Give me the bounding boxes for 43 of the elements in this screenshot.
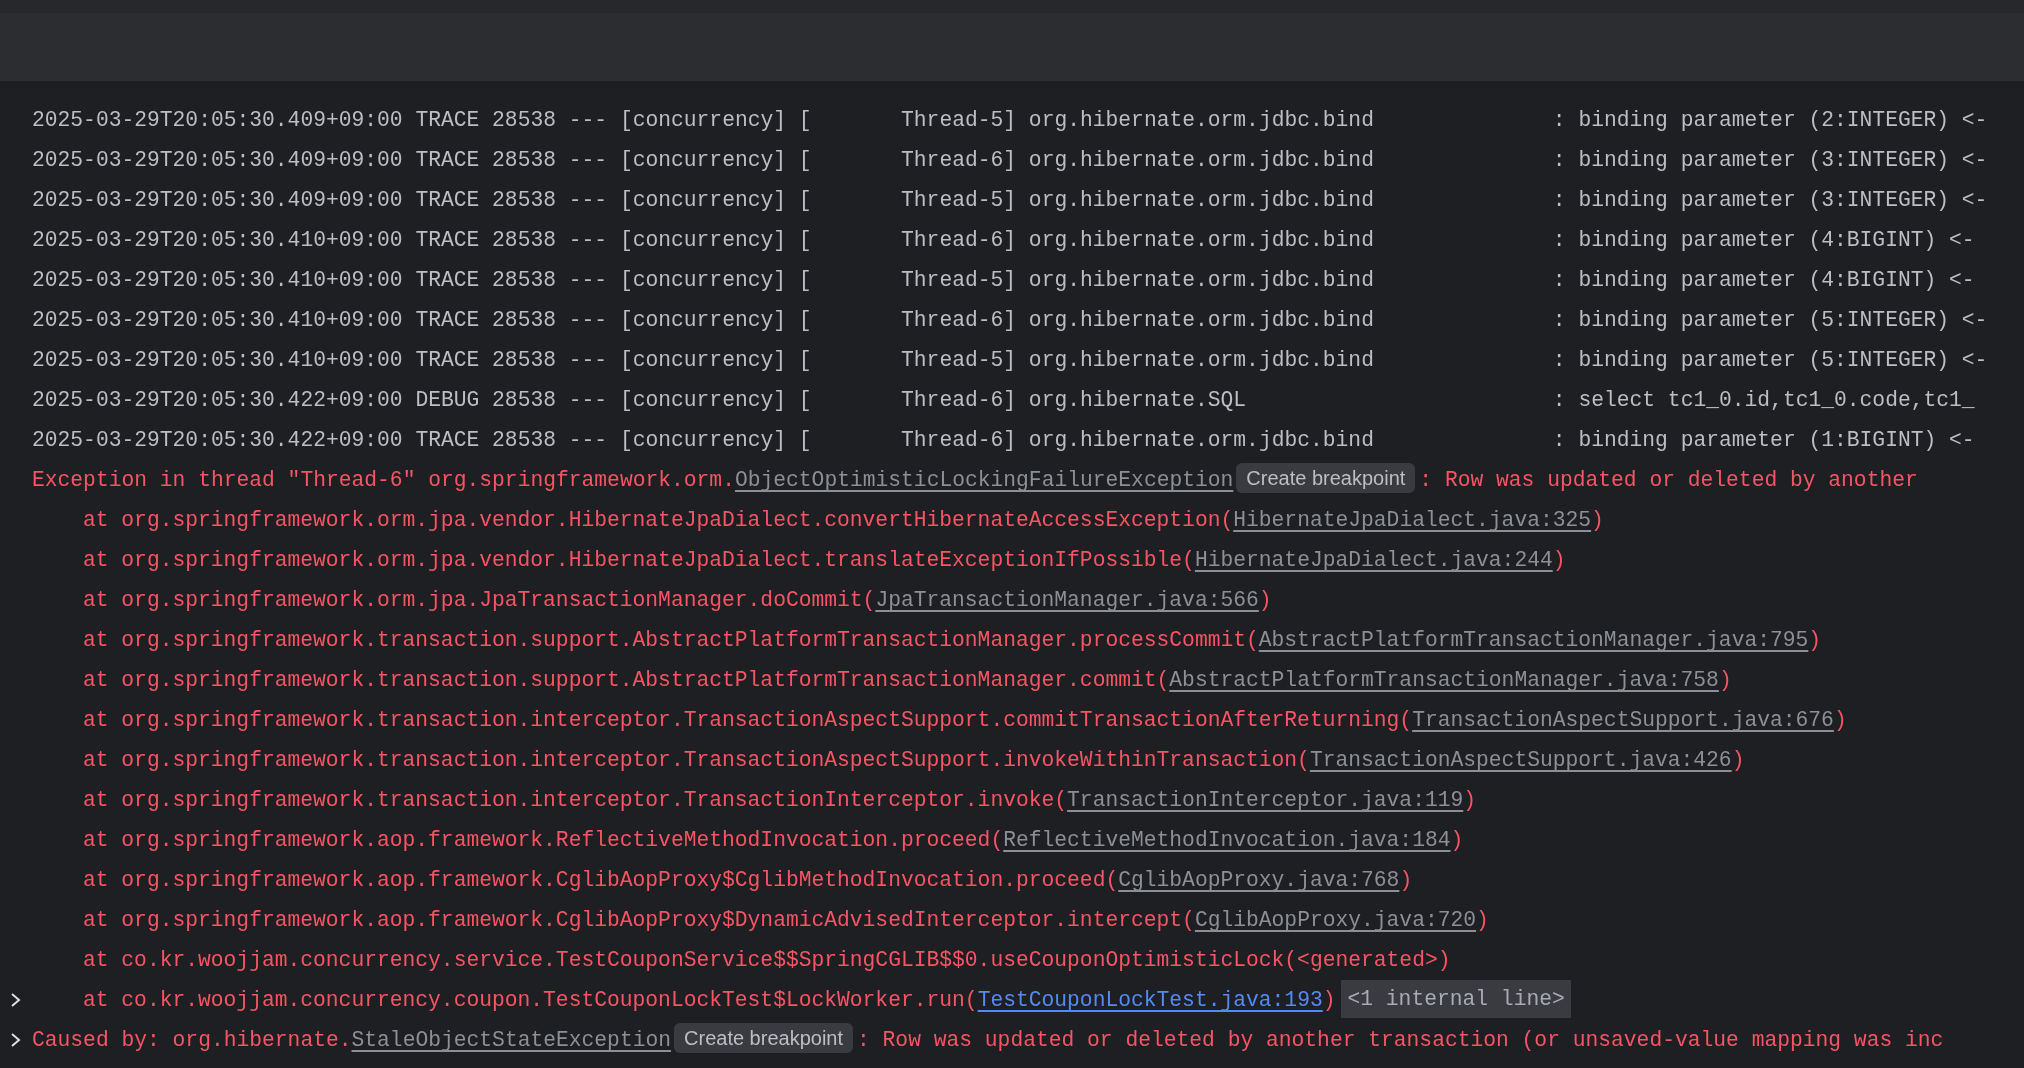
source-link[interactable]: CglibAopProxy.java:720 (1194, 908, 1477, 932)
stack-frame: at org.springframework.aop.framework.CglibAopProxy$DynamicAdvisedInterceptor.intercept(CglibAopProxy.java:720) (0, 900, 2024, 940)
source-link[interactable]: AbstractPlatformTransactionManager.java:795 (1258, 628, 1809, 652)
log-line: 2025-03-29T20:05:30.409+09:00 TRACE 28538 --- [concurrency] [ Thread-5] org.hibernate.orm.jdbc.bind : binding parameter (2:INTEGER) <- (31, 107, 1989, 134)
log-line: 2025-03-29T20:05:30.410+09:00 TRACE 28538 --- [concurrency] [ Thread-6] org.hibernate.orm.jdbc.bind : binding parameter (4:BIGINT) <- (31, 227, 1976, 254)
log-line: 2025-03-29T20:05:30.410+09:00 TRACE 28538 --- [concurrency] [ Thread-5] org.hibernate.orm.jdbc.bind : binding parameter (4:BIGINT) <- (31, 267, 1976, 294)
internal-lines-toggle[interactable]: <1 internal line> (1341, 980, 1571, 1018)
source-link[interactable]: AbstractPlatformTransactionManager.java:758 (1169, 668, 1719, 692)
source-link[interactable]: HibernateJpaDialect.java:244 (1194, 548, 1553, 572)
stack-frame: at org.springframework.transaction.support.AbstractPlatformTransactionManager.processCommit(AbstractPlatformTransactionManager.java:795) (0, 620, 2024, 660)
source-link[interactable]: ReflectiveMethodInvocation.java:184 (1003, 828, 1451, 852)
log-line: 2025-03-29T20:05:30.422+09:00 DEBUG 28538 --- [concurrency] [ Thread-6] org.hibernate.SQL : select tc1_0.id,tc1_0.code,tc1_ (31, 387, 1976, 414)
stack-frame: at co.kr.woojjam.concurrency.service.TestCouponService$$SpringCGLIB$$0.useCouponOptimisticLock(<generated>) (0, 940, 2024, 980)
stack-frame: at org.springframework.transaction.support.AbstractPlatformTransactionManager.commit(AbstractPlatformTransactionManager.java:758) (0, 660, 2024, 700)
source-link[interactable]: StaleObjectStateException (351, 1028, 672, 1052)
stack-frame: at org.springframework.aop.framework.CglibAopProxy$CglibMethodInvocation.proceed(CglibAopProxy.java:768) (0, 860, 2024, 900)
stack-frame: at org.springframework.aop.framework.ReflectiveMethodInvocation.proceed(ReflectiveMethodInvocation.java:184) (0, 820, 2024, 860)
log-line: 2025-03-29T20:05:30.422+09:00 TRACE 28538 --- [concurrency] [ Thread-6] org.hibernate.orm.jdbc.bind : binding parameter (1:BIGINT) <- (31, 427, 1976, 454)
source-link[interactable]: JpaTransactionManager.java:566 (875, 588, 1259, 612)
stack-frame: at org.springframework.transaction.interceptor.TransactionAspectSupport.invokeWithinTransaction(TransactionAspectSupport.java:426) (0, 740, 2024, 780)
create-breakpoint-button[interactable]: Create breakpoint (1236, 463, 1416, 493)
source-link[interactable]: TransactionInterceptor.java:119 (1067, 788, 1464, 812)
stack-frame: at org.springframework.orm.jpa.JpaTransactionManager.doCommit(JpaTransactionManager.java:566) (0, 580, 2024, 620)
stack-frame: at co.kr.woojjam.concurrency.coupon.TestCouponLockTest$LockWorker.run(TestCouponLockTest.java:193) <1 internal line> (0, 980, 2024, 1020)
exception-message: Exception in thread "Thread-6" org.springframework.orm.ObjectOptimisticLockingFailureException Create breakpoint : Row was updated or deleted by another (0, 460, 2024, 500)
chevron-icon[interactable] (10, 992, 22, 1008)
source-link[interactable]: TransactionAspectSupport.java:426 (1309, 748, 1732, 772)
exception-message: Caused by: org.hibernate.StaleObjectStateException Create breakpoint : Row was updated or deleted by another transaction (or unsaved-value mapping was inc (0, 1020, 2024, 1060)
log-line: 2025-03-29T20:05:30.409+09:00 TRACE 28538 --- [concurrency] [ Thread-5] org.hibernate.orm.jdbc.bind : binding parameter (3:INTEGER) <- (31, 187, 1989, 214)
source-link[interactable]: ObjectOptimisticLockingFailureException (734, 468, 1234, 492)
source-link[interactable]: TestCouponLockTest.java:193 (977, 988, 1323, 1012)
log-line: 2025-03-29T20:05:30.410+09:00 TRACE 28538 --- [concurrency] [ Thread-6] org.hibernate.orm.jdbc.bind : binding parameter (5:INTEGER) <- (31, 307, 1989, 334)
source-link[interactable]: HibernateJpaDialect.java:325 (1233, 508, 1592, 532)
source-link[interactable]: CglibAopProxy.java:768 (1118, 868, 1400, 892)
stack-frame: at org.springframework.transaction.interceptor.TransactionAspectSupport.commitTransactionAfterReturning(TransactionAspectSupport.java:676) (0, 700, 2024, 740)
chevron-icon[interactable] (10, 1032, 22, 1048)
create-breakpoint-button[interactable]: Create breakpoint (674, 1023, 853, 1053)
log-line: 2025-03-29T20:05:30.409+09:00 TRACE 28538 --- [concurrency] [ Thread-6] org.hibernate.orm.jdbc.bind : binding parameter (3:INTEGER) <- (31, 147, 1989, 174)
stack-frame: at org.springframework.orm.jpa.vendor.HibernateJpaDialect.convertHibernateAccessException(HibernateJpaDialect.java:325) (0, 500, 2024, 540)
log-line: 2025-03-29T20:05:30.410+09:00 TRACE 28538 --- [concurrency] [ Thread-5] org.hibernate.orm.jdbc.bind : binding parameter (5:INTEGER) <- (31, 347, 1989, 374)
stack-frame: at org.springframework.orm.jpa.vendor.HibernateJpaDialect.translateExceptionIfPossible(HibernateJpaDialect.java:244) (0, 540, 2024, 580)
source-link[interactable]: TransactionAspectSupport.java:676 (1412, 708, 1834, 732)
stack-frame: at org.springframework.transaction.interceptor.TransactionInterceptor.invoke(TransactionInterceptor.java:119) (0, 780, 2024, 820)
